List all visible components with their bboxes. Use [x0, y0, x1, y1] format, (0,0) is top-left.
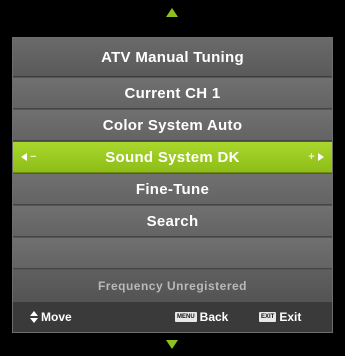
move-label: Move: [41, 310, 72, 324]
right-arrow-icon[interactable]: [318, 153, 324, 161]
minus-icon: −: [30, 150, 37, 163]
left-arrow-icon[interactable]: [21, 153, 27, 161]
menu-key-icon: MENU: [175, 312, 197, 322]
menu-item-current-channel[interactable]: Current CH 1: [13, 78, 332, 109]
exit-label: Exit: [279, 310, 302, 324]
menu-item-label: Current CH 1: [124, 84, 221, 102]
menu-item-label: Color System Auto: [102, 116, 243, 134]
move-hint: Move: [30, 302, 72, 332]
menu-item-empty: [13, 238, 332, 269]
increase-control[interactable]: +: [308, 142, 324, 172]
back-hint[interactable]: MENU Back: [175, 302, 228, 332]
menu-item-search[interactable]: Search: [13, 206, 332, 237]
menu-item-fine-tune[interactable]: Fine-Tune: [13, 174, 332, 205]
up-down-arrows-icon: [30, 311, 38, 323]
exit-hint[interactable]: EXIT Exit: [259, 302, 301, 332]
back-label: Back: [199, 310, 229, 324]
decrease-control[interactable]: −: [21, 142, 37, 172]
scroll-up-arrow-icon[interactable]: [166, 8, 178, 17]
menu-item-label: Search: [146, 212, 199, 230]
scroll-down-arrow-icon[interactable]: [166, 340, 178, 349]
exit-key-icon: EXIT: [259, 312, 277, 322]
menu-item-label: Sound System DK: [105, 148, 240, 166]
status-message: Frequency Unregistered: [13, 270, 332, 301]
menu-item-color-system[interactable]: Color System Auto: [13, 110, 332, 141]
tv-osd-screen: ATV Manual Tuning Current CH 1 Color Sys…: [0, 0, 345, 356]
plus-icon: +: [308, 150, 315, 163]
hint-bar: Move MENU Back EXIT Exit: [13, 302, 332, 332]
menu-title: ATV Manual Tuning: [13, 38, 332, 77]
atv-manual-tuning-panel: ATV Manual Tuning Current CH 1 Color Sys…: [12, 37, 333, 333]
menu-item-sound-system[interactable]: − Sound System DK +: [13, 142, 332, 173]
menu-item-label: Fine-Tune: [135, 180, 210, 198]
